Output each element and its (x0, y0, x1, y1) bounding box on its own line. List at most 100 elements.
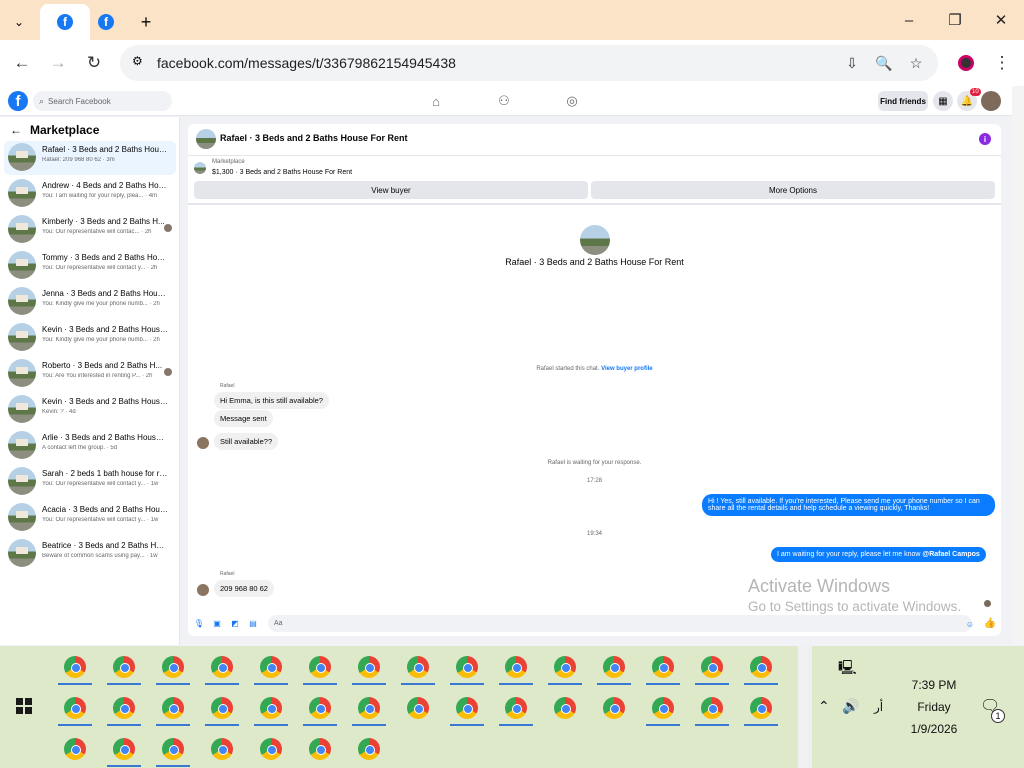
tab-search-button[interactable]: ⌄ (4, 4, 34, 40)
chrome-app-icon[interactable] (113, 697, 135, 719)
clock-day[interactable]: Friday (900, 700, 968, 714)
listing-line[interactable]: $1,300 · 3 Beds and 2 Baths House For Re… (212, 169, 352, 176)
address-bar[interactable]: ⚙ facebook.com/messages/t/33679862154945… (120, 45, 938, 81)
info-icon[interactable]: i (979, 133, 991, 145)
chrome-app-icon[interactable] (211, 738, 233, 760)
groups-icon[interactable]: ◎ (563, 92, 581, 110)
chrome-app-icon[interactable] (701, 656, 723, 678)
chrome-app-icon[interactable] (260, 656, 282, 678)
more-options-button[interactable]: More Options (591, 181, 995, 199)
listing-thumbnail[interactable] (194, 162, 206, 174)
sender-avatar[interactable] (197, 437, 209, 449)
friends-icon[interactable]: ⚇ (495, 92, 513, 110)
chrome-app-icon[interactable] (260, 697, 282, 719)
conversation-item[interactable]: Acacia · 3 Beds and 2 Baths House... You:… (4, 501, 176, 535)
clock-date[interactable]: 1/9/2026 (900, 722, 968, 736)
conversation-item[interactable]: Jenna · 3 Beds and 2 Baths House ... You:… (4, 285, 176, 319)
clock-time[interactable]: 7:39 PM (900, 678, 968, 692)
chrome-app-icon[interactable] (309, 656, 331, 678)
chrome-app-icon[interactable] (554, 656, 576, 678)
menu-grid-icon[interactable]: ▦ (933, 91, 953, 111)
conversation-item[interactable]: Kevin · 3 Beds and 2 Baths House ... Kevi… (4, 393, 176, 427)
profile-avatar-button[interactable] (951, 48, 981, 78)
taskbar-scrollbar[interactable] (798, 646, 812, 768)
browser-menu-button[interactable]: ⋮ (987, 48, 1017, 78)
language-indicator[interactable]: أر (874, 700, 883, 714)
incoming-message[interactable]: Still available?? (214, 433, 279, 450)
incoming-message[interactable]: Hi Emma, is this still available? (214, 392, 329, 409)
conversation-item[interactable]: Arlie · 3 Beds and 2 Baths House F... A c… (4, 429, 176, 463)
speaker-icon[interactable]: 🔊 (842, 698, 859, 715)
chrome-app-icon[interactable] (64, 656, 86, 678)
chrome-app-icon[interactable] (456, 656, 478, 678)
home-icon[interactable]: ⌂ (427, 92, 445, 110)
conversation-item[interactable]: Roberto · 3 Beds and 2 Baths H... You: Ar… (4, 357, 176, 391)
chrome-app-icon[interactable] (64, 738, 86, 760)
close-window-button[interactable]: ✕ (978, 0, 1024, 40)
chrome-app-icon[interactable] (750, 656, 772, 678)
chrome-app-icon[interactable] (652, 697, 674, 719)
bookmark-star-icon[interactable]: ☆ (906, 53, 926, 73)
install-app-icon[interactable]: ⇩ (842, 53, 862, 73)
conversation-item[interactable]: Andrew · 4 Beds and 2 Baths Hous... You: … (4, 177, 176, 211)
reload-button[interactable]: ↻ (79, 48, 109, 78)
incoming-message[interactable]: Message sent (214, 410, 273, 427)
conversation-item[interactable]: Tommy · 3 Beds and 2 Baths Hous... You: O… (4, 249, 176, 283)
site-info-icon[interactable]: ⚙ (132, 54, 143, 68)
new-tab-button[interactable]: + (132, 4, 160, 40)
chrome-app-icon[interactable] (456, 697, 478, 719)
chrome-app-icon[interactable] (358, 697, 380, 719)
account-avatar[interactable] (981, 91, 1001, 111)
chrome-app-icon[interactable] (162, 738, 184, 760)
chat-title[interactable]: Rafael · 3 Beds and 2 Baths House For Re… (220, 133, 408, 143)
chrome-app-icon[interactable] (652, 656, 674, 678)
chrome-app-icon[interactable] (162, 697, 184, 719)
outgoing-message[interactable]: Hi ! Yes, still available. If you're int… (702, 494, 995, 516)
conversation-item[interactable]: Kimberly · 3 Beds and 2 Baths H... You: O… (4, 213, 176, 247)
tab-facebook-active[interactable]: f (40, 4, 90, 40)
chrome-app-icon[interactable] (603, 697, 625, 719)
gif-icon[interactable]: ▤ (248, 618, 258, 628)
back-button[interactable]: ← (7, 48, 37, 78)
chrome-app-icon[interactable] (407, 697, 429, 719)
chrome-app-icon[interactable] (554, 697, 576, 719)
chrome-app-icon[interactable] (211, 656, 233, 678)
view-buyer-button[interactable]: View buyer (194, 181, 588, 199)
chrome-app-icon[interactable] (309, 697, 331, 719)
chrome-app-icon[interactable] (64, 697, 86, 719)
maximize-button[interactable]: ❐ (932, 0, 978, 40)
view-buyer-profile-link[interactable]: View buyer profile (601, 366, 653, 372)
find-friends-button[interactable]: Find friends (878, 91, 928, 111)
like-thumb-icon[interactable]: 👍 (984, 618, 996, 629)
chrome-app-icon[interactable] (358, 738, 380, 760)
network-icon[interactable]: 🖳 (838, 657, 857, 681)
chrome-app-icon[interactable] (358, 656, 380, 678)
chrome-app-icon[interactable] (211, 697, 233, 719)
chrome-app-icon[interactable] (309, 738, 331, 760)
microphone-icon[interactable]: 🎙 (194, 618, 204, 628)
chrome-app-icon[interactable] (407, 656, 429, 678)
page-scrollbar[interactable] (1012, 86, 1024, 644)
chrome-app-icon[interactable] (505, 656, 527, 678)
tab-facebook[interactable]: f (92, 4, 120, 40)
chrome-app-icon[interactable] (260, 738, 282, 760)
sender-avatar[interactable] (197, 584, 209, 596)
back-arrow-icon[interactable]: ← (10, 123, 22, 137)
outgoing-message[interactable]: I am waiting for your reply, please let … (771, 547, 986, 562)
conversation-item[interactable]: Sarah · 2 beds 1 bath house for rent You:… (4, 465, 176, 499)
windows-start-icon[interactable] (16, 698, 32, 714)
chrome-app-icon[interactable] (701, 697, 723, 719)
facebook-search-input[interactable]: ⌕ Search Facebook (33, 91, 172, 111)
chrome-app-icon[interactable] (603, 656, 625, 678)
mention[interactable]: @Rafael Campos (922, 551, 979, 558)
chrome-app-icon[interactable] (750, 697, 772, 719)
emoji-icon[interactable]: ☺ (965, 619, 975, 629)
chrome-app-icon[interactable] (162, 656, 184, 678)
forward-button[interactable]: → (43, 48, 73, 78)
chrome-app-icon[interactable] (505, 697, 527, 719)
chat-avatar[interactable] (196, 129, 216, 149)
incoming-message[interactable]: 209 968 80 62 (214, 580, 274, 597)
chrome-app-icon[interactable] (113, 738, 135, 760)
zoom-icon[interactable]: 🔍 (874, 53, 894, 73)
minimize-button[interactable]: – (886, 0, 932, 40)
